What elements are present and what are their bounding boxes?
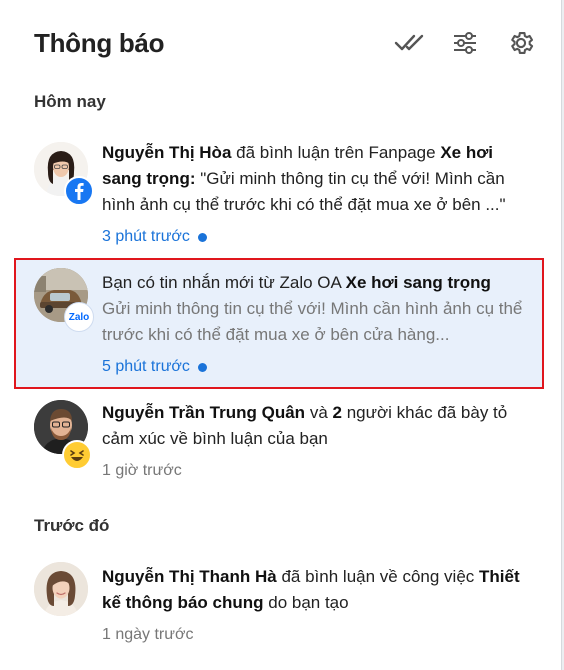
avatar [34,562,88,616]
notification-content: Nguyễn Thị Thanh Hà đã bình luận về công… [102,564,532,648]
notification-item[interactable]: Nguyễn Thị Hòa đã bình luận trên Fanpage… [14,130,544,254]
timestamp: 3 phút trước [102,224,532,250]
selection-outline [14,258,544,389]
actor-name: Nguyễn Thị Thanh Hà [102,567,277,586]
facebook-icon [64,176,94,206]
notification-item[interactable]: Nguyễn Trần Trung Quân và 2 người khác đ… [14,392,544,494]
mark-all-read-icon[interactable] [393,27,425,59]
avatar [34,142,94,206]
others-count: 2 [332,403,342,422]
avatar [34,400,92,470]
panel-header: Thông báo [34,24,561,64]
settings-gear-icon[interactable] [505,27,537,59]
header-actions [393,24,537,62]
notification-panel: Thông báo Hôm nay Nguyễn Thị Hòa đã bình… [0,0,562,670]
filter-sliders-icon[interactable] [449,27,481,59]
timestamp: 1 ngày trước [102,626,194,643]
actor-name: Nguyễn Thị Hòa [102,143,232,162]
laugh-emoji-icon [62,440,92,470]
section-today: Hôm nay [34,92,106,111]
notification-content: Nguyễn Thị Hòa đã bình luận trên Fanpage… [102,140,532,250]
notification-item[interactable]: Nguyễn Thị Thanh Hà đã bình luận về công… [14,556,544,656]
unread-dot [197,232,207,242]
actor-name: Nguyễn Trần Trung Quân [102,403,306,422]
section-earlier: Trước đó [34,516,110,535]
timestamp: 1 giờ trước [102,462,182,479]
notification-content: Nguyễn Trần Trung Quân và 2 người khác đ… [102,400,532,484]
